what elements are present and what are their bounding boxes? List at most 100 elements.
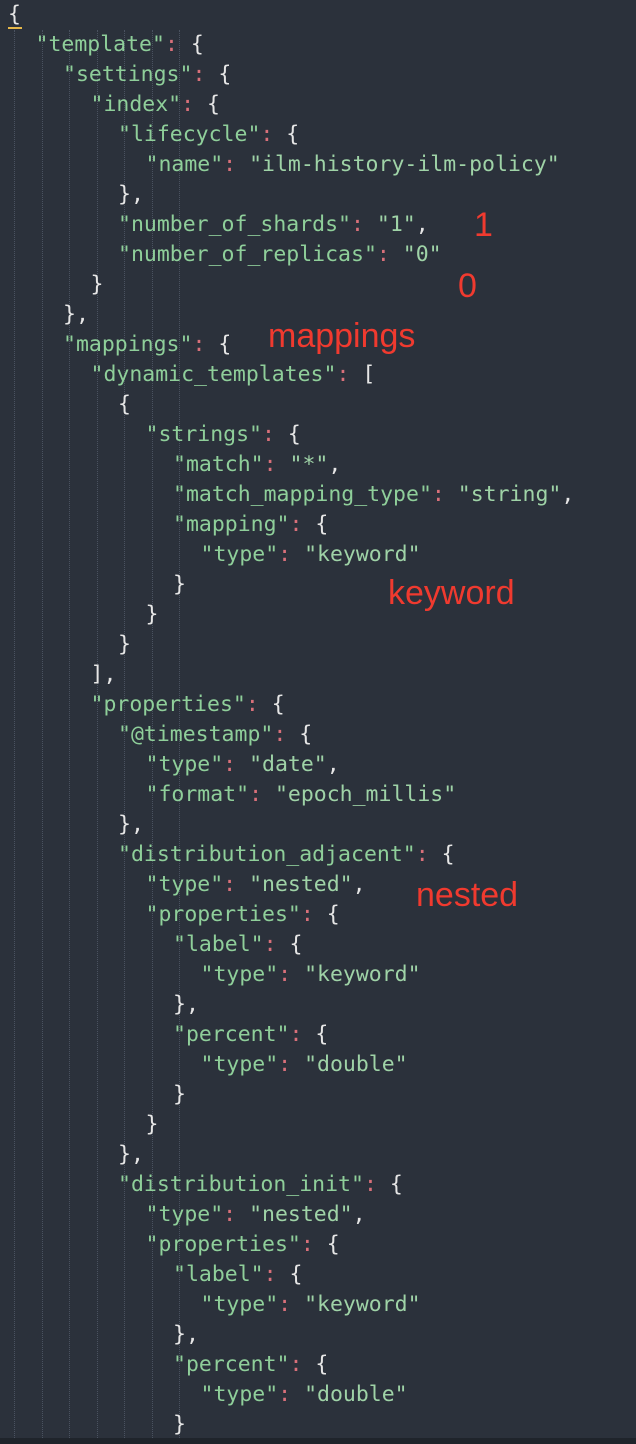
code-line[interactable]: "number_of_shards": "1", [118,210,429,240]
code-token: "string" [457,482,562,507]
code-token: "lifecycle" [118,122,261,147]
code-line[interactable]: "strings": { [146,420,301,450]
code-token: "type" [145,752,224,777]
code-line[interactable]: "index": { [91,90,220,120]
code-line[interactable]: "type": "keyword" [201,1290,421,1320]
code-token: "0" [402,242,442,267]
annotation-nested: nested [416,876,519,914]
code-token: }, [173,1322,199,1347]
code-token: { [190,32,204,57]
code-line[interactable]: "settings": { [63,60,231,90]
code-token: "strings" [145,422,263,447]
code-line[interactable]: ], [91,660,117,690]
code-token: "match" [173,452,264,477]
code-line[interactable]: }, [118,180,144,210]
code-line[interactable]: "template": { [36,30,204,60]
code-token: "number_of_shards" [118,212,351,237]
code-line[interactable]: "distribution_adjacent": { [118,840,455,870]
code-token: { [315,512,329,537]
code-token: "format" [145,782,250,807]
code-line[interactable]: "number_of_replicas": "0" [118,240,442,270]
code-token: "settings" [63,62,193,87]
code-token: : [181,92,207,117]
code-line[interactable]: } [118,630,131,660]
code-token: { [315,1022,329,1047]
code-line[interactable]: "type": "date", [146,750,340,780]
code-token: , [561,482,575,507]
code-line[interactable]: "percent": { [173,1350,328,1380]
code-line[interactable]: "format": "epoch_millis" [146,780,457,810]
code-token: } [145,1112,159,1137]
code-line[interactable]: "properties": { [91,690,285,720]
code-token: "properties" [145,902,301,927]
code-token: } [145,602,159,627]
code-token: { [218,332,232,357]
code-token: : [192,332,219,357]
code-token: "type" [200,542,279,567]
code-token: : [164,32,191,57]
code-line[interactable]: "properties": { [146,900,340,930]
code-line[interactable]: "match_mapping_type": "string", [173,480,574,510]
code-token: : [278,542,305,567]
code-line[interactable]: "label": { [173,930,302,960]
code-line[interactable]: "lifecycle": { [118,120,299,150]
code-token: : [260,122,287,147]
code-line[interactable]: "mapping": { [173,510,328,540]
code-token: { [326,1232,340,1257]
code-token: : [289,1352,316,1377]
code-line[interactable]: }, [173,1320,199,1350]
code-token: : [289,1022,316,1047]
code-token: "1" [376,212,416,237]
code-line[interactable]: "type": "keyword" [201,540,421,570]
cursor-marker [8,27,22,29]
code-token: }, [118,1142,144,1167]
code-line[interactable]: } [146,1110,159,1140]
code-line[interactable]: } [91,270,104,300]
code-line[interactable]: } [173,570,186,600]
code-token: : [273,722,300,747]
code-line[interactable]: "type": "nested", [146,1200,366,1230]
code-line[interactable]: { [8,0,21,30]
code-line[interactable]: } [173,1410,186,1440]
code-line[interactable]: "type": "double" [201,1380,408,1410]
code-line[interactable]: "properties": { [146,1230,340,1260]
annotation-mappings: mappings [268,317,416,355]
code-token: { [289,1262,303,1287]
code-line[interactable]: "name": "ilm-history-ilm-policy" [146,150,560,180]
code-line[interactable]: "distribution_init": { [118,1170,403,1200]
code-line[interactable]: }, [118,810,144,840]
code-token: : [351,212,377,237]
annotation-replicas: 0 [458,267,477,305]
code-line[interactable]: "type": "nested", [146,870,366,900]
code-line[interactable]: { [118,390,131,420]
code-token: , [352,872,366,897]
code-line[interactable]: "type": "double" [201,1050,408,1080]
code-token: { [299,722,313,747]
code-line[interactable]: }, [63,300,89,330]
code-line[interactable]: "mappings": { [63,330,231,360]
code-line[interactable]: "label": { [173,1260,302,1290]
code-line[interactable]: } [173,1080,186,1110]
code-line[interactable]: }, [173,990,199,1020]
code-token: { [326,902,340,927]
code-line[interactable]: "percent": { [173,1020,328,1050]
code-token: : [278,1052,305,1077]
code-line[interactable]: "type": "keyword" [201,960,421,990]
code-token: { [207,92,220,117]
code-token: "properties" [90,692,246,717]
code-line[interactable]: } [146,600,159,630]
code-token: "double" [304,1052,408,1077]
code-line[interactable]: "@timestamp": { [118,720,312,750]
indent-guide [96,30,98,1438]
code-line[interactable]: }, [118,1140,144,1170]
code-token: "type" [145,1202,224,1227]
code-token: "mapping" [173,512,290,537]
code-token: { [271,692,285,717]
code-line[interactable]: "dynamic_templates": [ [91,360,376,390]
code-token: , [326,752,340,777]
code-editor[interactable]: {"template": {"settings": {"index": {"li… [0,0,636,1444]
code-line[interactable]: "match": "*", [173,450,341,480]
annotation-shards: 1 [474,206,493,244]
code-token: "distribution_init" [118,1172,364,1197]
code-token: { [8,2,21,27]
